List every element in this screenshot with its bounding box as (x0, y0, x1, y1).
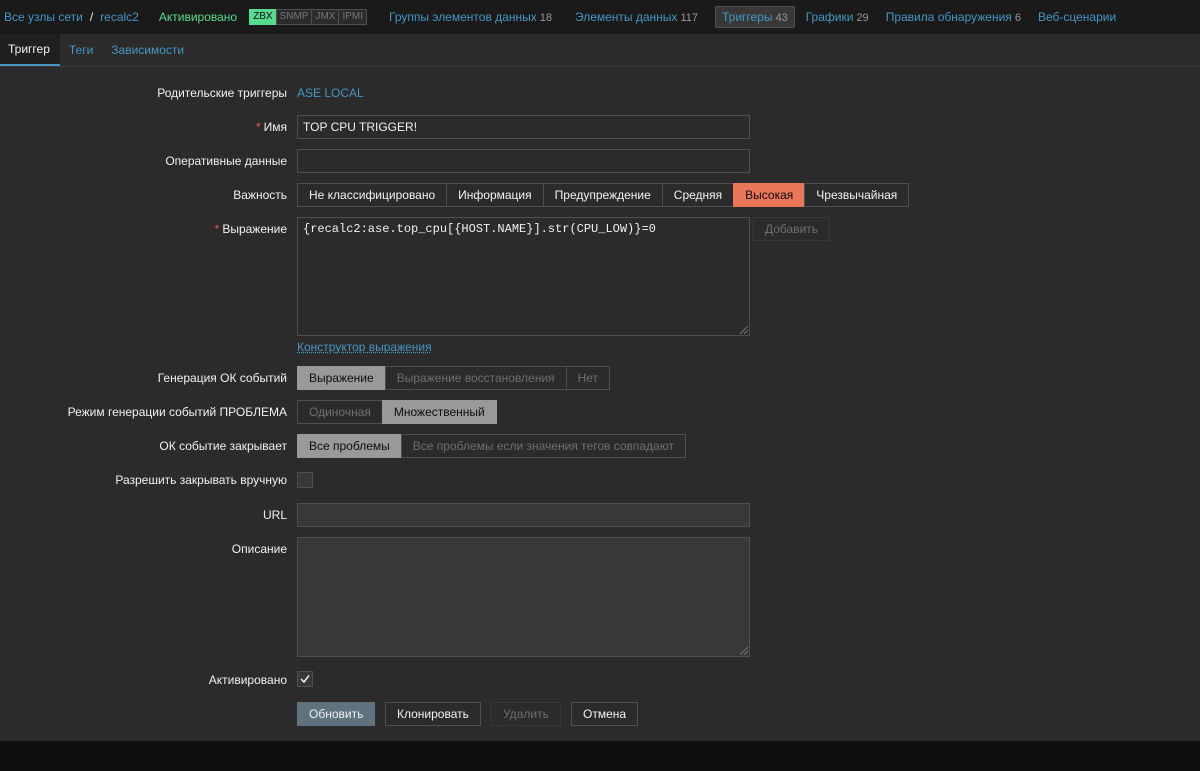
nav-item-count: 43 (775, 12, 788, 24)
breadcrumb-separator: / (89, 10, 94, 24)
parent-triggers-label: Родительские триггеры (157, 86, 287, 100)
name-input[interactable]: TOP CPU TRIGGER! (297, 115, 750, 139)
severity-disaster[interactable]: Чрезвычайная (804, 183, 910, 207)
ok-gen-none[interactable]: Нет (565, 366, 610, 390)
url-label: URL (262, 508, 287, 522)
ok-gen-expression[interactable]: Выражение (297, 366, 386, 390)
nav-item-label: Графики (805, 10, 854, 24)
manual-close-checkbox[interactable] (297, 472, 313, 488)
tab-dependencies[interactable]: Зависимости (102, 34, 193, 66)
url-input[interactable] (297, 503, 750, 527)
severity-information[interactable]: Информация (446, 183, 544, 207)
operational-data-label: Оперативные данные (165, 154, 287, 168)
severity-not-classified[interactable]: Не классифицировано (297, 183, 448, 207)
availability-indicators: ZBX SNMP JMX IPMI (249, 9, 368, 25)
resize-handle-icon[interactable] (740, 647, 748, 655)
nav-item-label: Группы элементов данных (389, 10, 537, 24)
enabled-label: Активировано (208, 673, 287, 687)
nav-item-label: Веб-сценарии (1037, 10, 1117, 24)
delete-button[interactable]: Удалить (491, 702, 561, 726)
update-button[interactable]: Обновить (297, 702, 376, 726)
required-marker: * (214, 222, 220, 236)
all-hosts-link[interactable]: Все узлы сети (4, 10, 83, 24)
nav-item-label: Элементы данных (574, 10, 678, 24)
host-navigation: Все узлы сети / recalc2 Активировано ZBX… (0, 0, 1200, 34)
tab-trigger[interactable]: Триггер (0, 34, 60, 66)
trigger-form: Родительские триггеры ASE LOCAL * Имя TOP… (0, 67, 1200, 741)
nav-item-groups[interactable]: Группы элементов данных 18 (383, 7, 558, 27)
form-tabs: Триггер Теги Зависимости (0, 34, 1200, 67)
enabled-checkbox[interactable] (297, 671, 313, 687)
checkmark-icon (300, 675, 310, 684)
nav-item-count: 117 (680, 12, 698, 24)
manual-close-label: Разрешить закрывать вручную (115, 473, 287, 487)
ipmi-badge: IPMI (338, 9, 368, 25)
host-status[interactable]: Активировано (159, 10, 237, 24)
severity-average[interactable]: Средняя (661, 183, 735, 207)
nav-item-label: Правила обнаружения (885, 10, 1012, 24)
problem-mode-selector: Одиночная Множественный (297, 400, 497, 424)
problem-mode-single[interactable]: Одиночная (297, 400, 383, 424)
ok-event-generation-selector: Выражение Выражение восстановления Нет (297, 366, 610, 390)
resize-handle-icon[interactable] (740, 326, 748, 334)
ok-closes-selector: Все проблемы Все проблемы если значения … (297, 434, 686, 458)
expression-textarea[interactable]: {recalc2:ase.top_cpu[{HOST.NAME}].str(CP… (297, 217, 750, 336)
nav-item-graphs[interactable]: Графики 29 (800, 7, 875, 27)
nav-item-web-scenarios[interactable]: Веб-сценарии (1032, 7, 1122, 27)
name-label-text: Имя (263, 120, 287, 134)
host-link[interactable]: recalc2 (100, 10, 139, 24)
ok-gen-recovery-expression[interactable]: Выражение восстановления (384, 366, 567, 390)
tab-tags[interactable]: Теги (60, 34, 102, 66)
nav-item-count: 18 (539, 12, 552, 24)
nav-item-count: 6 (1014, 12, 1021, 24)
nav-item-items[interactable]: Элементы данных 117 (569, 7, 704, 27)
expression-label: * Выражение (215, 222, 287, 236)
page-footer (0, 741, 1200, 771)
ok-closes-label: ОК событие закрывает (159, 439, 287, 453)
snmp-badge: SNMP (275, 9, 313, 25)
severity-high[interactable]: Высокая (733, 183, 806, 207)
required-marker: * (255, 120, 261, 134)
severity-selector: Не классифицировано Информация Предупреж… (297, 183, 910, 207)
severity-label: Важность (233, 188, 287, 202)
zbx-badge: ZBX (249, 9, 277, 25)
cancel-button[interactable]: Отмена (571, 702, 639, 726)
jmx-badge: JMX (311, 9, 340, 25)
ok-event-generation-label: Генерация ОК событий (157, 371, 287, 385)
problem-mode-label: Режим генерации событий ПРОБЛЕМА (67, 405, 287, 419)
nav-item-triggers[interactable]: Триггеры 43 (714, 6, 795, 28)
nav-item-count: 29 (856, 12, 869, 24)
expression-label-text: Выражение (222, 222, 287, 236)
operational-data-input[interactable] (297, 149, 750, 173)
nav-item-discovery[interactable]: Правила обнаружения 6 (880, 7, 1027, 27)
expression-constructor-link[interactable]: Конструктор выражения (297, 340, 432, 354)
name-label: * Имя (256, 120, 287, 134)
parent-trigger-link[interactable]: ASE LOCAL (297, 86, 364, 100)
add-expression-button[interactable]: Добавить (753, 217, 831, 241)
expression-text: {recalc2:ase.top_cpu[{HOST.NAME}].str(CP… (303, 222, 656, 236)
ok-closes-all[interactable]: Все проблемы (297, 434, 402, 458)
problem-mode-multiple[interactable]: Множественный (381, 400, 497, 424)
clone-button[interactable]: Клонировать (385, 702, 481, 726)
description-label: Описание (231, 542, 287, 556)
ok-closes-tag-match[interactable]: Все проблемы если значения тегов совпада… (400, 434, 686, 458)
severity-warning[interactable]: Предупреждение (542, 183, 663, 207)
nav-item-label: Триггеры (721, 10, 773, 24)
description-textarea[interactable] (297, 537, 750, 657)
